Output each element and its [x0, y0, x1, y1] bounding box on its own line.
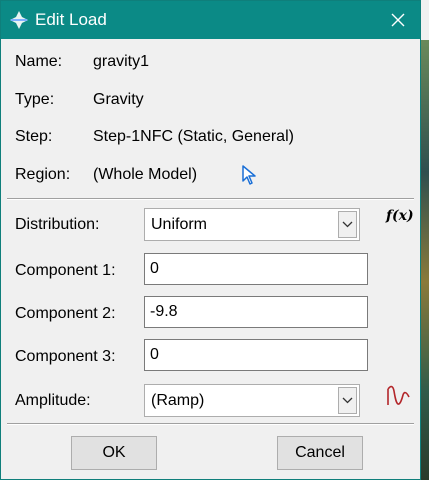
component3-value: 0	[150, 346, 159, 363]
fx-function-icon[interactable]: f(x)	[386, 208, 414, 224]
component2-label: Component 2:	[15, 305, 116, 322]
component2-input[interactable]: -9.8	[144, 296, 368, 328]
distribution-select[interactable]: Uniform	[144, 208, 360, 241]
ok-button[interactable]: OK	[71, 436, 157, 470]
edit-load-dialog: Edit Load Name: gravity1 Type: Gravity S…	[0, 0, 421, 480]
amplitude-dropdown-button[interactable]	[338, 387, 357, 414]
name-value: gravity1	[93, 53, 150, 70]
close-button[interactable]	[376, 1, 420, 39]
component1-value: 0	[150, 260, 159, 277]
distribution-label: Distribution:	[15, 216, 100, 233]
name-label: Name:	[15, 53, 63, 70]
amplitude-selected-value: (Ramp)	[151, 392, 205, 409]
component2-value: -9.8	[150, 303, 178, 320]
amplitude-select[interactable]: (Ramp)	[144, 384, 360, 417]
region-label: Region:	[15, 166, 71, 183]
amplitude-label: Amplitude:	[15, 392, 91, 409]
separator	[7, 198, 414, 200]
cancel-button[interactable]: Cancel	[277, 436, 363, 470]
distribution-dropdown-button[interactable]	[338, 211, 357, 238]
load-app-icon	[10, 11, 28, 29]
background-model-viewport	[421, 40, 429, 480]
component1-input[interactable]: 0	[144, 253, 368, 285]
amplitude-curve-icon[interactable]	[386, 383, 412, 409]
window-title: Edit Load	[35, 10, 107, 29]
region-value: (Whole Model)	[93, 166, 198, 183]
type-label: Type:	[15, 91, 55, 108]
chevron-down-icon	[342, 397, 353, 404]
title-bar[interactable]: Edit Load	[1, 1, 420, 39]
chevron-down-icon	[342, 221, 353, 228]
type-value: Gravity	[93, 91, 144, 108]
step-label: Step:	[15, 128, 53, 145]
separator	[7, 423, 414, 425]
select-region-cursor-icon[interactable]	[241, 165, 259, 185]
distribution-selected-value: Uniform	[151, 216, 208, 233]
component3-input[interactable]: 0	[144, 339, 368, 371]
component1-label: Component 1:	[15, 262, 116, 279]
close-icon	[391, 13, 405, 27]
step-value: Step-1NFC (Static, General)	[93, 128, 294, 145]
component3-label: Component 3:	[15, 348, 116, 365]
